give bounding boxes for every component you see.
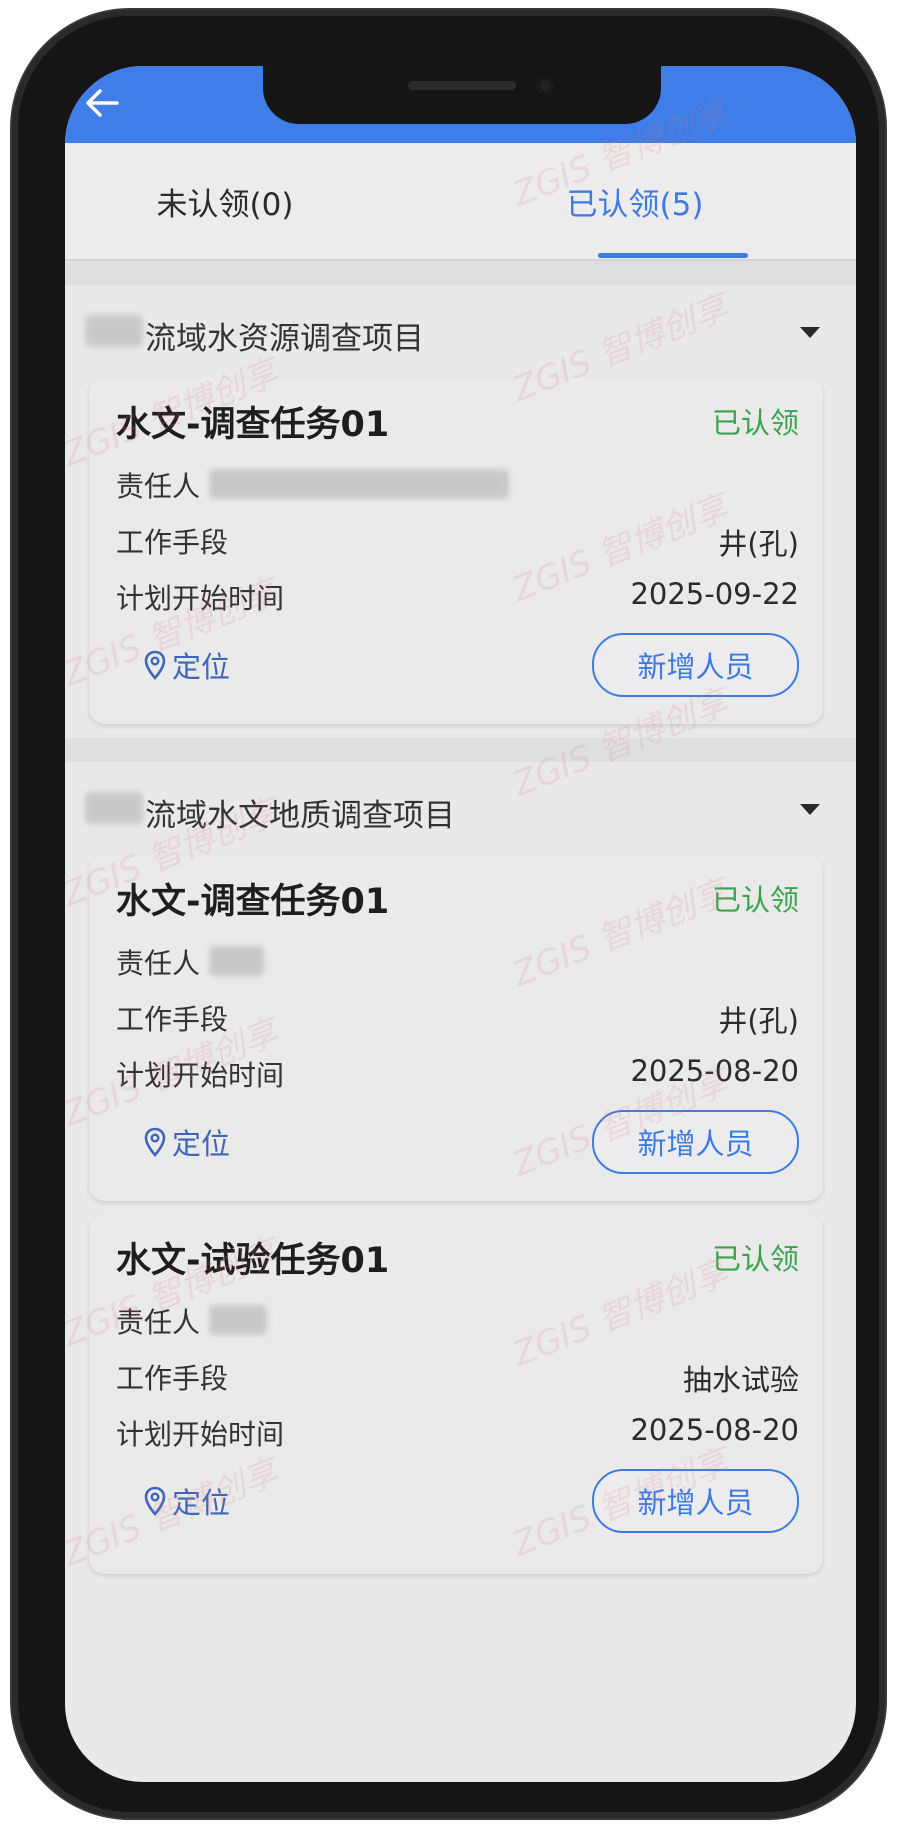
back-button[interactable]: [79, 80, 125, 126]
redacted-region: [85, 315, 143, 347]
project-header[interactable]: 流域水文地质调查项目: [65, 762, 856, 852]
owner-label: 责任人: [116, 947, 201, 980]
location-pin-icon: [144, 1127, 166, 1157]
method-value: 抽水试验: [682, 1363, 799, 1397]
caret-down-icon[interactable]: [800, 327, 820, 338]
task-card: 水文-调查任务01 已认领 责任人 工作手段 井(孔) 计划开始时间 2025-…: [89, 855, 823, 1201]
project-title: 流域水资源调查项目: [145, 321, 424, 357]
method-value: 井(孔): [718, 1004, 799, 1038]
add-personnel-button[interactable]: 新增人员: [592, 633, 799, 697]
tab-bar: 未认领(0) 已认领(5): [65, 143, 856, 261]
task-name: 水文-调查任务01: [116, 405, 390, 445]
owner-label: 责任人: [116, 470, 201, 503]
section-divider: [65, 261, 856, 285]
start-time-value: 2025-08-20: [630, 1054, 799, 1088]
status-badge: 已认领: [711, 406, 799, 440]
screen: 未认领(0) 已认领(5) 流域水资源调查项目 水文-调查任务01 已认领 责任…: [65, 66, 856, 1782]
redacted-owner: [209, 1305, 267, 1335]
task-card: 水文-调查任务01 已认领 责任人 工作手段 井(孔) 计划开始时间 2025-…: [89, 378, 823, 724]
location-pin-icon: [144, 1486, 166, 1516]
task-card: 水文-试验任务01 已认领 责任人 工作手段 抽水试验 计划开始时间 2025-…: [89, 1214, 823, 1574]
locate-button[interactable]: 定位: [144, 1121, 230, 1163]
status-badge: 已认领: [711, 883, 799, 917]
project-title: 流域水文地质调查项目: [145, 798, 455, 834]
tab-unclaimed[interactable]: 未认领(0): [125, 143, 325, 259]
add-personnel-button[interactable]: 新增人员: [592, 1110, 799, 1174]
method-label: 工作手段: [116, 1003, 229, 1036]
status-badge: 已认领: [711, 1242, 799, 1276]
section-divider: [65, 738, 856, 762]
active-tab-indicator: [598, 253, 748, 258]
redacted-region: [85, 792, 143, 824]
method-value: 井(孔): [718, 527, 799, 561]
caret-down-icon[interactable]: [800, 804, 820, 815]
task-name: 水文-试验任务01: [116, 1241, 390, 1281]
locate-button[interactable]: 定位: [144, 644, 230, 686]
owner-label: 责任人: [116, 1306, 201, 1339]
arrow-left-icon: [86, 89, 119, 117]
phone-notch: [263, 66, 661, 124]
task-name: 水文-调查任务01: [116, 882, 390, 922]
location-pin-icon: [144, 650, 166, 680]
method-label: 工作手段: [116, 526, 229, 559]
locate-label: 定位: [172, 650, 231, 684]
tab-claimed[interactable]: 已认领(5): [485, 143, 785, 259]
method-label: 工作手段: [116, 1362, 229, 1395]
start-time-value: 2025-08-20: [630, 1413, 799, 1447]
locate-label: 定位: [172, 1127, 231, 1161]
start-time-label: 计划开始时间: [116, 1418, 285, 1451]
start-time-label: 计划开始时间: [116, 1059, 285, 1092]
speaker-grille: [408, 81, 516, 90]
start-time-value: 2025-09-22: [630, 577, 799, 611]
phone-frame: 未认领(0) 已认领(5) 流域水资源调查项目 水文-调查任务01 已认领 责任…: [12, 10, 885, 1818]
locate-label: 定位: [172, 1486, 231, 1520]
locate-button[interactable]: 定位: [144, 1480, 230, 1522]
add-personnel-button[interactable]: 新增人员: [592, 1469, 799, 1533]
redacted-owner: [209, 469, 509, 499]
start-time-label: 计划开始时间: [116, 582, 285, 615]
redacted-owner: [209, 946, 264, 976]
project-header[interactable]: 流域水资源调查项目: [65, 285, 856, 375]
front-camera: [536, 77, 554, 95]
